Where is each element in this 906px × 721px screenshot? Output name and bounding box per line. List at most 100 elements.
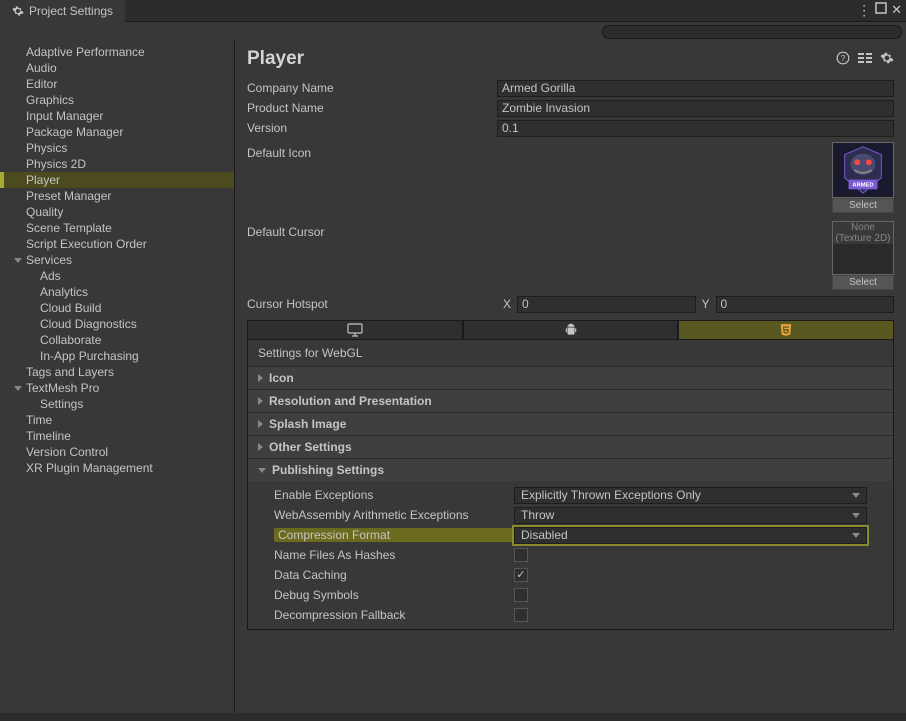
version-input[interactable] — [497, 120, 894, 137]
sidebar-item-audio[interactable]: Audio — [0, 60, 234, 76]
chevron-right-icon — [258, 397, 263, 405]
wasm-arithmetic-label: WebAssembly Arithmetic Exceptions — [274, 508, 514, 522]
sidebar-item-time[interactable]: Time — [0, 412, 234, 428]
hotspot-y-input[interactable] — [716, 296, 895, 313]
name-files-hashes-checkbox[interactable] — [514, 548, 528, 562]
foldout-icon[interactable]: Icon — [248, 366, 893, 389]
chevron-down-icon — [852, 493, 860, 498]
sidebar-item-adaptive-performance[interactable]: Adaptive Performance — [0, 44, 234, 60]
company-name-label: Company Name — [247, 81, 497, 95]
platform-tab-android[interactable] — [463, 320, 679, 340]
chevron-right-icon — [258, 420, 263, 428]
decompression-fallback-label: Decompression Fallback — [274, 608, 514, 622]
sidebar-item-editor[interactable]: Editor — [0, 76, 234, 92]
sidebar-item-preset-manager[interactable]: Preset Manager — [0, 188, 234, 204]
cursor-hotspot-label: Cursor Hotspot — [247, 297, 497, 311]
sidebar-item-collaborate[interactable]: Collaborate — [0, 332, 234, 348]
sidebar-item-scene-template[interactable]: Scene Template — [0, 220, 234, 236]
monitor-icon — [347, 323, 363, 337]
window-title: Project Settings — [29, 4, 113, 18]
chevron-down-icon — [258, 468, 266, 473]
sidebar-item-version-control[interactable]: Version Control — [0, 444, 234, 460]
android-icon — [564, 323, 578, 337]
search-input[interactable] — [602, 25, 902, 39]
sidebar-item-xr-plugin-management[interactable]: XR Plugin Management — [0, 460, 234, 476]
svg-text:ARMED: ARMED — [852, 182, 873, 188]
default-cursor-preview[interactable] — [833, 244, 893, 274]
default-icon-label: Default Icon — [247, 142, 497, 213]
name-files-hashes-label: Name Files As Hashes — [274, 548, 514, 562]
hotspot-y-label: Y — [700, 297, 712, 311]
hotspot-x-label: X — [501, 297, 513, 311]
version-label: Version — [247, 121, 497, 135]
maximize-icon[interactable] — [875, 2, 887, 19]
company-name-input[interactable] — [497, 80, 894, 97]
bottom-strip — [0, 713, 906, 721]
product-name-input[interactable] — [497, 100, 894, 117]
title-tab[interactable]: Project Settings — [0, 0, 125, 22]
foldout-other-settings[interactable]: Other Settings — [248, 435, 893, 458]
hotspot-x-input[interactable] — [517, 296, 696, 313]
foldout-resolution[interactable]: Resolution and Presentation — [248, 389, 893, 412]
wasm-arithmetic-dropdown[interactable]: Throw — [514, 507, 867, 524]
sidebar-item-graphics[interactable]: Graphics — [0, 92, 234, 108]
sidebar-item-analytics[interactable]: Analytics — [0, 284, 234, 300]
sidebar-item-package-manager[interactable]: Package Manager — [0, 124, 234, 140]
sidebar-item-input-manager[interactable]: Input Manager — [0, 108, 234, 124]
sidebar-item-ads[interactable]: Ads — [0, 268, 234, 284]
default-cursor-select-button[interactable]: Select — [832, 275, 894, 290]
data-caching-label: Data Caching — [274, 568, 514, 582]
page-title: Player — [247, 48, 304, 70]
sidebar-item-script-execution-order[interactable]: Script Execution Order — [0, 236, 234, 252]
sidebar-item-cloud-diagnostics[interactable]: Cloud Diagnostics — [0, 316, 234, 332]
chevron-right-icon — [258, 443, 263, 451]
help-icon[interactable]: ? — [836, 51, 850, 68]
chevron-down-icon — [14, 258, 22, 263]
enable-exceptions-dropdown[interactable]: Explicitly Thrown Exceptions Only — [514, 487, 867, 504]
foldout-splash-image[interactable]: Splash Image — [248, 412, 893, 435]
sidebar-item-physics-2d[interactable]: Physics 2D — [0, 156, 234, 172]
search-bar: 🔍 — [0, 22, 906, 40]
default-icon-preview[interactable]: ARMED — [832, 142, 894, 198]
presets-icon[interactable] — [858, 51, 872, 68]
settings-gear-icon[interactable] — [880, 51, 894, 68]
close-icon[interactable]: ✕ — [891, 2, 902, 19]
sidebar-item-tags-and-layers[interactable]: Tags and Layers — [0, 364, 234, 380]
cursor-none-label: None — [833, 222, 893, 233]
sidebar-item-quality[interactable]: Quality — [0, 204, 234, 220]
sidebar-item-label: TextMesh Pro — [26, 381, 99, 395]
sidebar-group-services[interactable]: Services — [0, 252, 234, 268]
sidebar-item-label: Services — [26, 253, 72, 267]
debug-symbols-checkbox[interactable] — [514, 588, 528, 602]
svg-text:?: ? — [841, 53, 846, 62]
sidebar-item-settings[interactable]: Settings — [0, 396, 234, 412]
title-bar: Project Settings ⋮ ✕ — [0, 0, 906, 22]
cursor-tex2d-label: (Texture 2D) — [833, 233, 893, 244]
sidebar-item-cloud-build[interactable]: Cloud Build — [0, 300, 234, 316]
platform-tab-standalone[interactable] — [247, 320, 463, 340]
sidebar: Adaptive PerformanceAudioEditorGraphicsI… — [0, 40, 235, 713]
data-caching-checkbox[interactable]: ✓ — [514, 568, 528, 582]
gear-icon — [12, 5, 24, 17]
debug-symbols-label: Debug Symbols — [274, 588, 514, 602]
compression-format-dropdown[interactable]: Disabled — [514, 527, 867, 544]
sidebar-item-physics[interactable]: Physics — [0, 140, 234, 156]
sidebar-group-textmesh-pro[interactable]: TextMesh Pro — [0, 380, 234, 396]
chevron-down-icon — [14, 386, 22, 391]
foldout-publishing-settings[interactable]: Publishing Settings — [248, 458, 893, 481]
enable-exceptions-label: Enable Exceptions — [274, 488, 514, 502]
html5-icon — [779, 323, 793, 337]
chevron-right-icon — [258, 374, 263, 382]
compression-format-label: Compression Format — [274, 528, 514, 542]
default-icon-select-button[interactable]: Select — [832, 198, 894, 213]
decompression-fallback-checkbox[interactable] — [514, 608, 528, 622]
chevron-down-icon — [852, 513, 860, 518]
sidebar-item-player[interactable]: Player — [0, 172, 234, 188]
sidebar-item-in-app-purchasing[interactable]: In-App Purchasing — [0, 348, 234, 364]
kebab-icon[interactable]: ⋮ — [857, 2, 871, 19]
settings-for-label: Settings for WebGL — [248, 340, 893, 366]
platform-tab-webgl[interactable] — [678, 320, 894, 340]
sidebar-item-timeline[interactable]: Timeline — [0, 428, 234, 444]
content-panel: Player ? Company Name Pr — [235, 40, 906, 713]
product-name-label: Product Name — [247, 101, 497, 115]
